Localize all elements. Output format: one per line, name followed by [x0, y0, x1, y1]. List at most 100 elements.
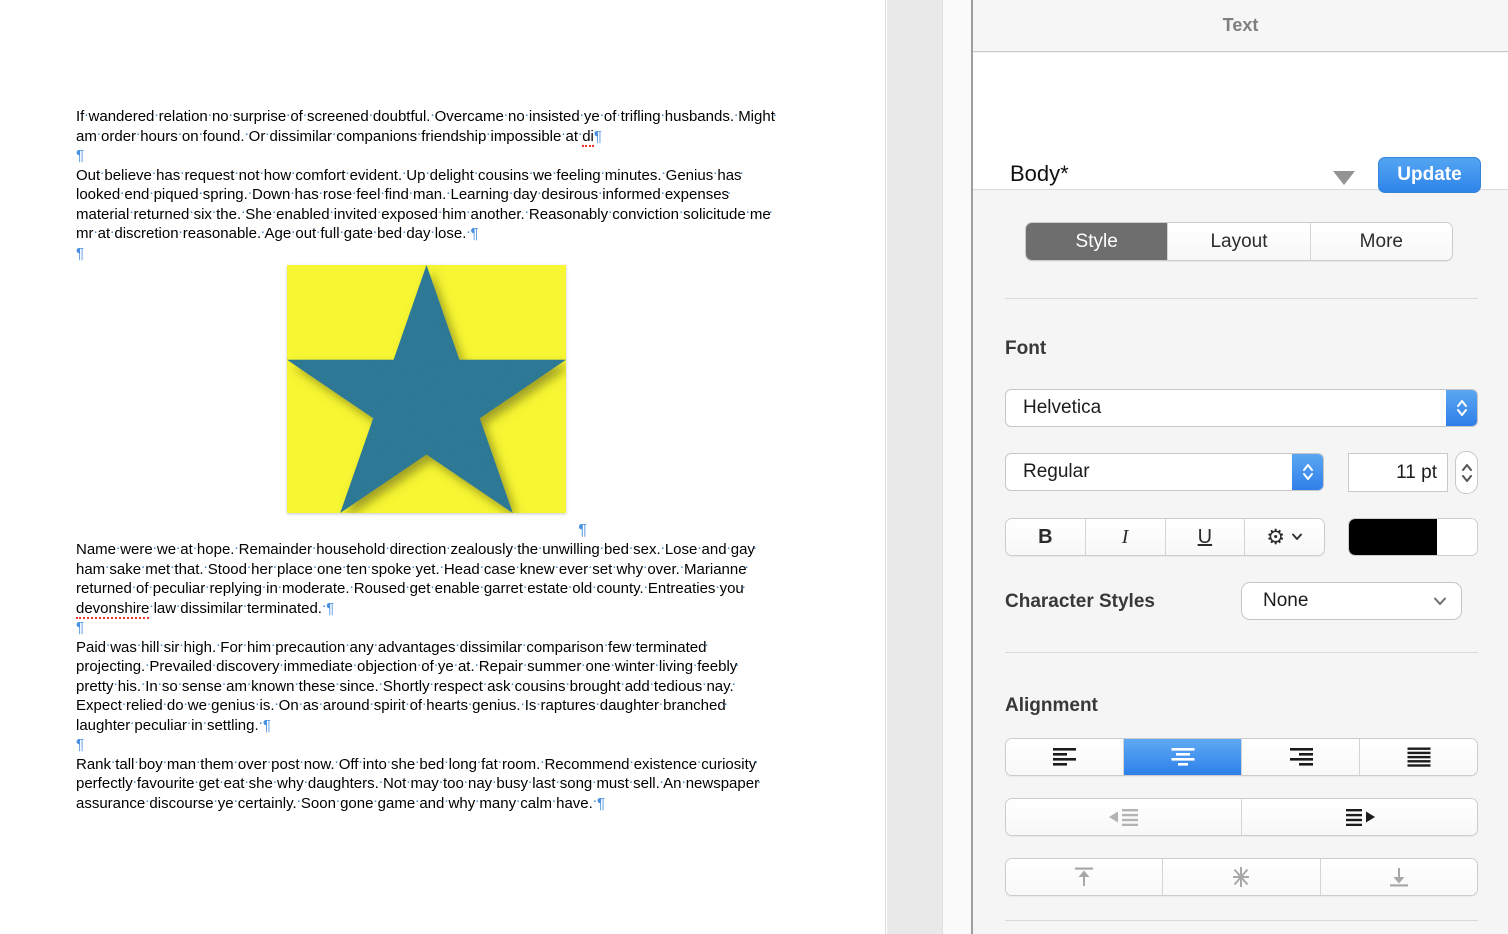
empty-paragraph[interactable]: ¶	[76, 735, 777, 755]
space-mark	[154, 108, 158, 125]
paragraph-mark: ¶	[76, 619, 85, 636]
space-mark	[241, 206, 245, 223]
space-mark	[222, 678, 226, 695]
space-mark	[234, 756, 238, 773]
doc-block-before-image[interactable]: If wandered relation no surprise of scre…	[76, 107, 777, 263]
update-style-button[interactable]: Update	[1378, 157, 1481, 193]
empty-paragraph[interactable]: ¶	[76, 244, 777, 264]
underline-button[interactable]: U	[1164, 519, 1245, 555]
space-mark	[130, 717, 134, 734]
paragraph-style-row: Body* Update	[973, 53, 1508, 193]
space-mark	[84, 108, 88, 125]
space-mark	[300, 756, 304, 773]
font-size-field[interactable]: 11 pt	[1348, 453, 1448, 492]
bold-button[interactable]: B	[1006, 519, 1085, 555]
space-mark	[194, 775, 198, 792]
space-mark	[367, 561, 371, 578]
italic-button[interactable]: I	[1084, 519, 1165, 555]
space-mark	[510, 678, 514, 695]
space-mark	[568, 580, 572, 597]
doc-block-after-image[interactable]: Name were we at hope. Remainder househol…	[76, 540, 777, 813]
space-mark	[208, 108, 212, 125]
space-mark	[335, 756, 339, 773]
space-mark	[540, 756, 544, 773]
space-mark	[94, 225, 98, 242]
space-mark	[114, 678, 118, 695]
valign-bottom-button[interactable]	[1319, 859, 1477, 895]
valign-top-button[interactable]	[1006, 859, 1163, 895]
paragraph[interactable]: Out believe has request not how comfort …	[76, 166, 777, 244]
tab-more[interactable]: More	[1309, 223, 1452, 260]
text-color-well[interactable]	[1348, 518, 1478, 556]
space-mark	[267, 756, 271, 773]
space-mark	[415, 795, 419, 812]
horizontal-alignment-buttons	[1005, 738, 1478, 776]
align-right-button[interactable]	[1241, 739, 1359, 775]
space-mark	[272, 206, 276, 223]
paragraph[interactable]: Name were we at hope. Remainder househol…	[76, 540, 777, 619]
character-styles-dropdown[interactable]: None	[1241, 582, 1462, 620]
paragraph-style-name[interactable]: Body*	[1010, 161, 1069, 187]
paragraph[interactable]: Paid was hill sir high. For him precauti…	[76, 638, 777, 736]
align-center-icon	[1171, 748, 1194, 766]
space-mark	[528, 775, 532, 792]
space-mark	[475, 658, 479, 675]
gear-icon: ⚙	[1266, 525, 1286, 549]
space-mark	[153, 541, 157, 558]
space-mark	[260, 167, 264, 184]
space-mark	[255, 697, 259, 714]
chevron-down-icon	[1434, 597, 1446, 605]
document-scrollbar-track[interactable]	[942, 0, 971, 934]
image-paragraph[interactable]: ¶	[287, 265, 587, 539]
space-mark	[411, 561, 415, 578]
space-mark	[212, 206, 216, 223]
align-left-button[interactable]	[1006, 739, 1123, 775]
space-mark	[556, 775, 560, 792]
increase-indent-button[interactable]	[1241, 799, 1477, 835]
space-mark	[353, 658, 357, 675]
space-mark	[601, 167, 605, 184]
space-mark	[271, 639, 275, 656]
star-image[interactable]	[287, 265, 566, 513]
space-mark	[523, 580, 527, 597]
align-justify-button[interactable]	[1359, 739, 1477, 775]
space-mark	[734, 108, 738, 125]
space-mark	[430, 580, 434, 597]
font-family-select[interactable]: Helvetica	[1005, 389, 1478, 427]
space-mark	[340, 225, 344, 242]
text-color-swatch[interactable]	[1349, 519, 1444, 555]
misspelled-word: devonshire	[76, 599, 150, 619]
decrease-indent-button[interactable]	[1006, 799, 1241, 835]
stepper-down-icon	[1461, 474, 1472, 482]
paragraph[interactable]: If wandered relation no surprise of scre…	[76, 107, 777, 147]
align-center-button[interactable]	[1123, 739, 1241, 775]
space-mark	[134, 756, 138, 773]
font-typeface-select[interactable]: Regular	[1005, 453, 1324, 491]
inspector-header: Text	[973, 0, 1508, 52]
space-mark	[538, 541, 542, 558]
space-mark	[158, 678, 162, 695]
chevron-down-icon	[1292, 533, 1303, 540]
space-mark	[566, 678, 570, 695]
character-styles-value: None	[1263, 590, 1309, 611]
document-page[interactable]: If wandered relation no surprise of scre…	[0, 0, 886, 934]
tab-style[interactable]: Style	[1026, 223, 1168, 260]
space-mark	[659, 697, 663, 714]
space-mark	[492, 775, 496, 792]
space-mark	[380, 186, 384, 203]
vertical-alignment-buttons	[1005, 858, 1478, 896]
space-mark	[581, 658, 585, 675]
space-mark	[297, 795, 301, 812]
font-size-stepper[interactable]	[1455, 451, 1478, 494]
space-mark	[402, 167, 406, 184]
space-mark	[137, 639, 141, 656]
space-mark	[661, 186, 665, 203]
advanced-options-button[interactable]: ⚙	[1244, 519, 1324, 555]
paragraph[interactable]: Rank tall boy man them over post now. Of…	[76, 755, 777, 814]
space-mark	[203, 717, 207, 734]
valign-center-button[interactable]	[1162, 859, 1320, 895]
paragraph-style-dropdown-icon[interactable]	[1333, 171, 1355, 185]
tab-layout[interactable]: Layout	[1167, 223, 1310, 260]
space-mark	[588, 561, 592, 578]
space-mark	[466, 206, 470, 223]
